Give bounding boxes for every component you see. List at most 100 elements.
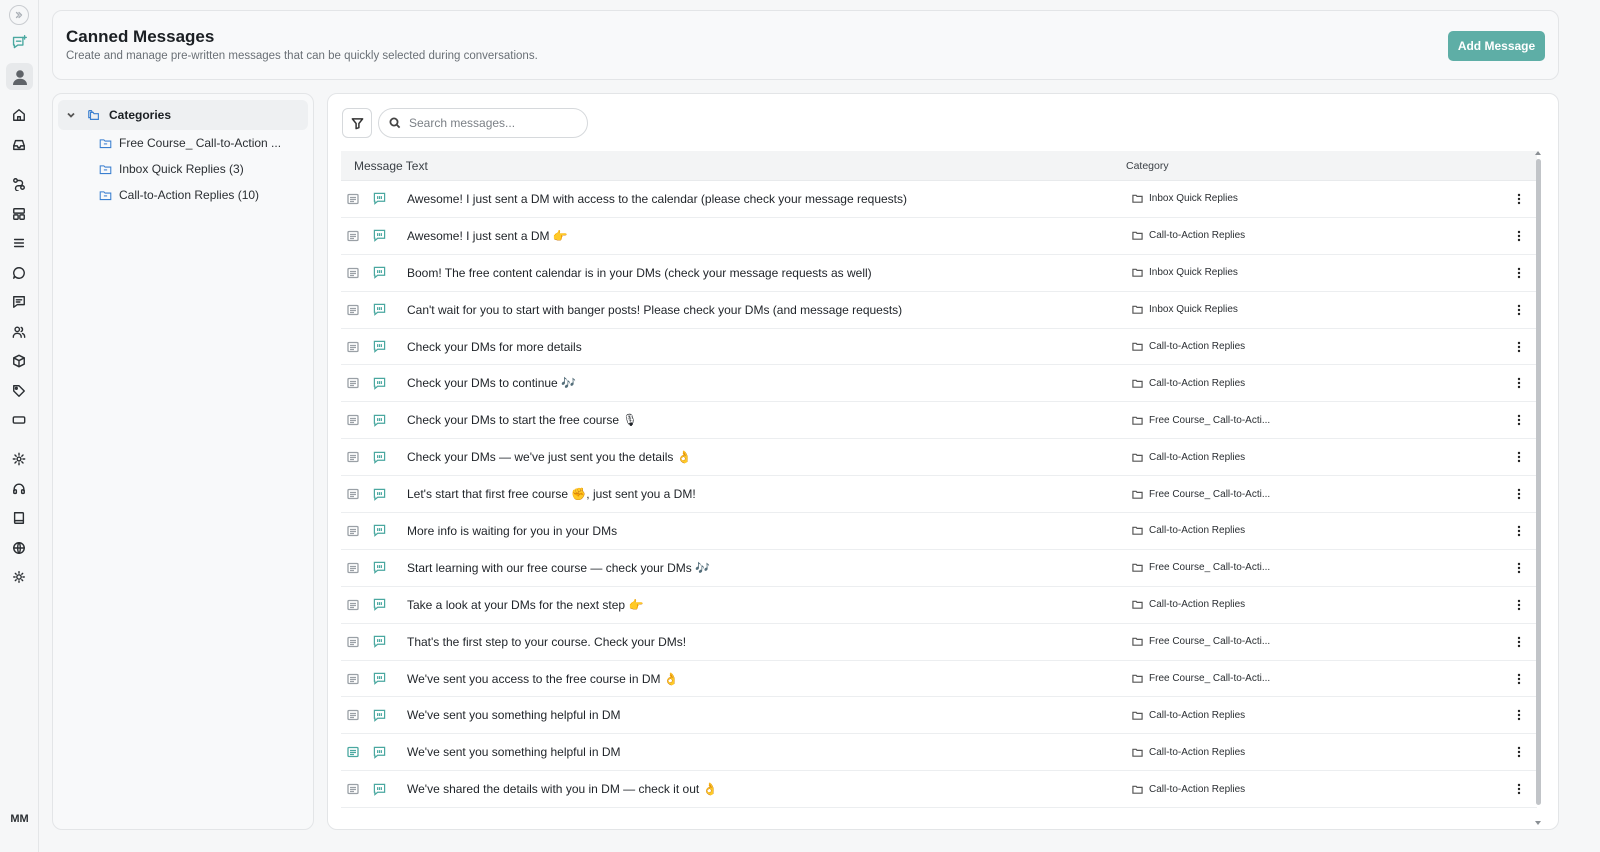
- message-preview-icon[interactable]: [347, 525, 361, 537]
- table-row[interactable]: Check your DMs to continue 🎶 Call-to-Act…: [341, 365, 1537, 403]
- table-row[interactable]: We've sent you something helpful in DM C…: [341, 697, 1537, 735]
- message-preview-icon[interactable]: [347, 488, 361, 500]
- scrollbar-thumb[interactable]: [1536, 159, 1541, 805]
- table-row[interactable]: Awesome! I just sent a DM with access to…: [341, 181, 1537, 218]
- category-item-call-to-action-replies[interactable]: Call-to-Action Replies (10): [99, 185, 299, 205]
- message-preview-icon[interactable]: [347, 193, 361, 205]
- quick-reply-icon[interactable]: [373, 266, 387, 280]
- table-row[interactable]: We've sent you something helpful in DM C…: [341, 734, 1537, 772]
- column-header-message-text[interactable]: Message Text: [354, 159, 1126, 173]
- table-row[interactable]: Check your DMs — we've just sent you the…: [341, 439, 1537, 477]
- more-options-icon[interactable]: [1511, 525, 1527, 537]
- quick-reply-icon[interactable]: [373, 451, 387, 464]
- users-icon[interactable]: [9, 322, 29, 342]
- quick-reply-icon[interactable]: [373, 303, 387, 317]
- globe-icon[interactable]: [9, 538, 29, 558]
- more-options-icon[interactable]: [1511, 451, 1527, 463]
- more-options-icon[interactable]: [1511, 636, 1527, 648]
- quick-reply-icon[interactable]: [373, 746, 387, 759]
- table-row[interactable]: Can't wait for you to start with banger …: [341, 292, 1537, 329]
- scroll-down-arrow-icon[interactable]: [1535, 821, 1541, 825]
- more-options-icon[interactable]: [1511, 783, 1527, 795]
- message-preview-icon[interactable]: [347, 783, 361, 795]
- table-row[interactable]: We've sent you access to the free course…: [341, 661, 1537, 698]
- message-preview-icon[interactable]: [347, 562, 361, 574]
- sun-icon[interactable]: [9, 567, 29, 587]
- message-square-icon[interactable]: [9, 292, 29, 312]
- more-options-icon[interactable]: [1511, 709, 1527, 721]
- tag-icon[interactable]: [9, 381, 29, 401]
- categories-root[interactable]: Categories: [58, 100, 308, 130]
- more-options-icon[interactable]: [1511, 673, 1527, 685]
- chat-icon[interactable]: [9, 263, 29, 283]
- chevron-down-icon[interactable]: [66, 110, 86, 120]
- table-row[interactable]: Awesome! I just sent a DM 👉 Call-to-Acti…: [341, 218, 1537, 255]
- quick-reply-icon[interactable]: [373, 598, 387, 612]
- message-preview-icon[interactable]: [347, 341, 361, 353]
- user-avatar-icon[interactable]: [6, 63, 33, 90]
- filter-button[interactable]: [342, 108, 372, 138]
- quick-reply-icon[interactable]: [373, 783, 387, 796]
- message-preview-icon[interactable]: [347, 673, 361, 685]
- quick-reply-icon[interactable]: [373, 635, 387, 649]
- more-options-icon[interactable]: [1511, 341, 1527, 353]
- quick-reply-icon[interactable]: [373, 229, 387, 243]
- brand-chat-icon[interactable]: [9, 32, 29, 52]
- quick-reply-icon[interactable]: [373, 377, 387, 390]
- list-icon[interactable]: [9, 233, 29, 253]
- quick-reply-icon[interactable]: [373, 524, 387, 538]
- table-row[interactable]: Check your DMs for more details Call-to-…: [341, 329, 1537, 366]
- search-box[interactable]: [378, 108, 588, 138]
- message-preview-icon[interactable]: [347, 414, 361, 426]
- more-options-icon[interactable]: [1511, 377, 1527, 389]
- add-message-button[interactable]: Add Message: [1448, 31, 1545, 61]
- message-preview-icon[interactable]: [347, 451, 361, 463]
- table-scrollbar[interactable]: [1535, 151, 1542, 825]
- quick-reply-icon[interactable]: [373, 192, 387, 206]
- table-row[interactable]: More info is waiting for you in your DMs…: [341, 513, 1537, 550]
- table-row[interactable]: Let's start that first free course ✊, ju…: [341, 476, 1537, 514]
- message-preview-icon[interactable]: [347, 636, 361, 648]
- collapse-icon[interactable]: [9, 5, 29, 25]
- message-preview-icon[interactable]: [347, 304, 361, 316]
- ticket-icon[interactable]: [9, 410, 29, 430]
- more-options-icon[interactable]: [1511, 267, 1527, 279]
- table-row[interactable]: That's the first step to your course. Ch…: [341, 624, 1537, 661]
- quick-reply-icon[interactable]: [373, 709, 387, 722]
- user-initials[interactable]: MM: [0, 813, 39, 825]
- quick-reply-icon[interactable]: [373, 414, 387, 427]
- table-row[interactable]: Start learning with our free course — ch…: [341, 550, 1537, 587]
- more-options-icon[interactable]: [1511, 414, 1527, 426]
- message-preview-icon[interactable]: [347, 709, 361, 721]
- table-row[interactable]: Take a look at your DMs for the next ste…: [341, 587, 1537, 624]
- more-options-icon[interactable]: [1511, 746, 1527, 758]
- book-icon[interactable]: [9, 508, 29, 528]
- message-preview-icon[interactable]: [347, 267, 361, 279]
- more-options-icon[interactable]: [1511, 230, 1527, 242]
- quick-reply-icon[interactable]: [373, 561, 387, 575]
- column-header-category[interactable]: Category: [1126, 160, 1169, 172]
- more-options-icon[interactable]: [1511, 562, 1527, 574]
- message-preview-icon[interactable]: [347, 599, 361, 611]
- table-row[interactable]: Boom! The free content calendar is in yo…: [341, 255, 1537, 292]
- category-item-inbox-quick-replies[interactable]: Inbox Quick Replies (3): [99, 159, 299, 179]
- message-preview-icon[interactable]: [347, 746, 361, 758]
- home-icon[interactable]: [9, 105, 29, 125]
- more-options-icon[interactable]: [1511, 304, 1527, 316]
- headset-icon[interactable]: [9, 479, 29, 499]
- more-options-icon[interactable]: [1511, 599, 1527, 611]
- category-item-free-course[interactable]: Free Course_ Call-to-Action ...: [99, 133, 299, 153]
- box-icon[interactable]: [9, 351, 29, 371]
- scroll-up-arrow-icon[interactable]: [1535, 151, 1541, 155]
- layout-icon[interactable]: [9, 204, 29, 224]
- search-input[interactable]: [409, 110, 579, 136]
- message-preview-icon[interactable]: [347, 377, 361, 389]
- table-row[interactable]: We've shared the details with you in DM …: [341, 771, 1537, 809]
- table-row[interactable]: Check your DMs to start the free course …: [341, 402, 1537, 440]
- message-preview-icon[interactable]: [347, 230, 361, 242]
- settings-icon[interactable]: [9, 449, 29, 469]
- more-options-icon[interactable]: [1511, 488, 1527, 500]
- quick-reply-icon[interactable]: [373, 340, 387, 353]
- inbox-icon[interactable]: [9, 135, 29, 155]
- quick-reply-icon[interactable]: [373, 672, 387, 685]
